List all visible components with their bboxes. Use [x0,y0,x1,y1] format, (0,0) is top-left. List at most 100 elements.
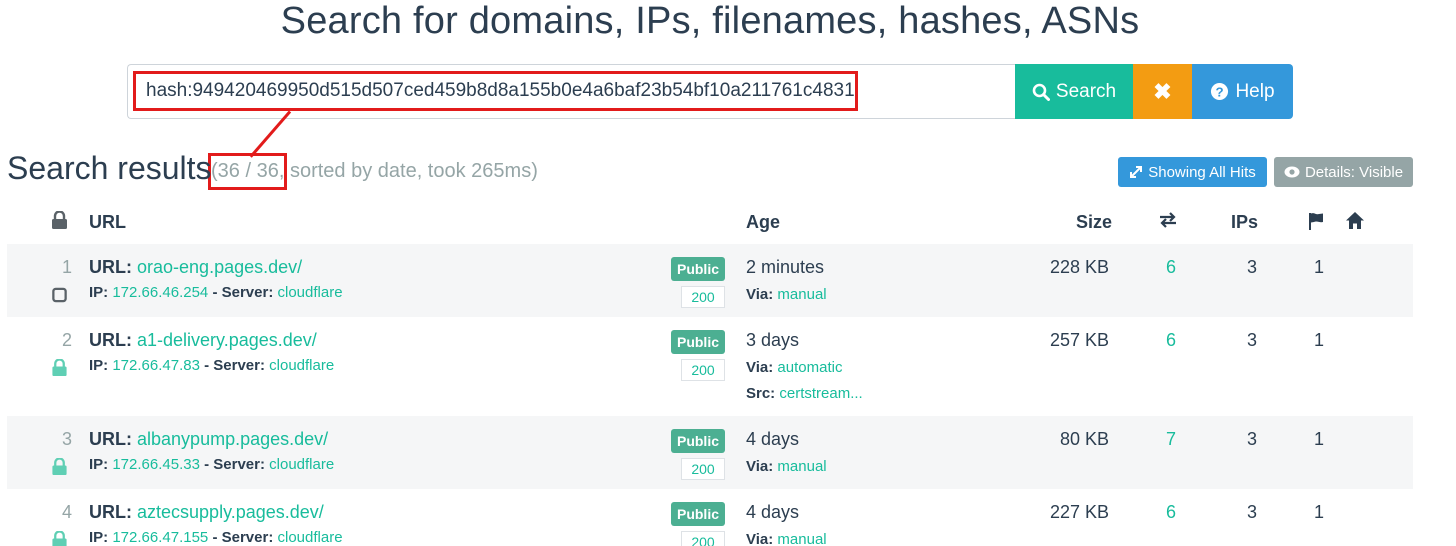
via-prefix: Via: [746,286,774,303]
url-prefix: URL: [89,257,132,277]
requests-count[interactable]: 6 [1161,502,1181,523]
age-value: 4 days [746,429,800,449]
via-prefix: Via: [746,458,774,475]
url-line: URL: albanypump.pages.dev/ [89,429,328,450]
lock-icon [52,359,67,376]
ip-link[interactable]: 172.66.46.254 [112,284,208,301]
visibility-badge: Public [671,429,725,453]
ip-line: IP: 172.66.46.254 - Server: cloudflare [89,284,343,301]
showing-all-hits-toggle[interactable]: Showing All Hits [1118,157,1267,187]
results-summary: (36 / 36, sorted by date, took 265ms) [211,160,538,183]
url-prefix: URL: [89,502,132,522]
url-link[interactable]: aztecsupply.pages.dev/ [137,502,324,522]
server-prefix: - Server: [208,284,274,301]
search-button[interactable]: Search [1015,64,1133,119]
server-prefix: - Server: [199,357,265,374]
ip-prefix: IP: [89,357,109,374]
help-button[interactable]: ? Help [1192,64,1293,119]
ip-link[interactable]: 172.66.45.33 [112,456,200,473]
row-number: 4 [61,502,72,522]
countries-count: 1 [1313,330,1324,350]
server-link[interactable]: cloudflare [278,284,343,301]
age-value: 3 days [746,330,800,350]
status-code-badge: 200 [681,359,725,381]
row-number: 3 [61,429,72,449]
server-link[interactable]: cloudflare [269,456,334,473]
flag-icon [1309,213,1323,230]
svg-text:?: ? [1216,84,1224,99]
countries-count: 1 [1313,502,1324,522]
url-line: URL: orao-eng.pages.dev/ [89,257,302,278]
table-row[interactable]: 4 URL: aztecsupply.pages.dev/IP: 172.66.4… [7,489,1413,546]
showing-all-hits-label: Showing All Hits [1148,163,1256,181]
age-value: 2 minutes [746,257,825,277]
src-link[interactable]: certstream... [779,385,862,402]
url-link[interactable]: a1-delivery.pages.dev/ [137,330,317,350]
visibility-badge: Public [671,330,725,354]
details-visible-toggle[interactable]: Details: Visible [1274,157,1413,187]
via-prefix: Via: [746,531,774,546]
ip-link[interactable]: 172.66.47.83 [112,357,200,374]
size-value: 227 KB [1049,502,1109,522]
url-link[interactable]: albanypump.pages.dev/ [137,429,328,449]
requests-count[interactable]: 7 [1161,429,1181,450]
status-code-badge: 200 [681,531,725,546]
via-line: Via: manual [746,286,827,303]
ip-line: IP: 172.66.47.155 - Server: cloudflare [89,529,343,546]
lock-icon [52,458,67,475]
requests-count[interactable]: 6 [1161,257,1181,278]
question-circle-icon: ? [1211,82,1229,101]
column-header-age[interactable]: Age [746,212,780,233]
ip-prefix: IP: [89,456,109,473]
ips-count: 3 [1246,429,1257,449]
results-count: (36 / 36 [211,160,279,182]
server-link[interactable]: cloudflare [269,357,334,374]
server-prefix: - Server: [208,529,274,546]
clear-button[interactable]: ✖ [1133,64,1192,119]
row-number: 2 [61,330,72,350]
close-icon: ✖ [1153,78,1172,104]
eye-icon [1284,166,1300,178]
column-header-ips[interactable]: IPs [1231,212,1258,233]
page-headline: Search for domains, IPs, filenames, hash… [280,0,1140,42]
help-button-label: Help [1235,80,1275,102]
src-prefix: Src: [746,385,776,402]
column-header-size[interactable]: Size [1076,212,1112,233]
via-link[interactable]: manual [777,531,826,546]
via-link[interactable]: manual [777,458,826,475]
server-prefix: - Server: [199,456,265,473]
via-link[interactable]: automatic [777,359,842,376]
requests-count[interactable]: 6 [1161,330,1181,351]
column-header-url[interactable]: URL [89,212,126,233]
search-icon [1032,83,1050,101]
status-code-badge: 200 [681,458,725,480]
url-prefix: URL: [89,330,132,350]
countries-count: 1 [1313,429,1324,449]
status-code-badge: 200 [681,286,725,308]
expand-icon [1130,166,1143,178]
size-value: 257 KB [1049,330,1109,350]
transfer-arrows-icon [1160,212,1176,228]
lock-icon [52,531,67,546]
table-row[interactable]: 2 URL: a1-delivery.pages.dev/IP: 172.66.4… [7,317,1413,416]
ips-count: 3 [1246,502,1257,522]
size-value: 80 KB [1059,429,1109,449]
via-link[interactable]: manual [777,286,826,303]
ip-link[interactable]: 172.66.47.155 [112,529,208,546]
countries-count: 1 [1313,257,1324,277]
server-link[interactable]: cloudflare [278,529,343,546]
table-row[interactable]: 3 URL: albanypump.pages.dev/IP: 172.66.45… [7,416,1413,489]
age-value: 4 days [746,502,800,522]
via-line: Via: automatic [746,359,842,376]
via-prefix: Via: [746,359,774,376]
table-row[interactable]: 1 URL: orao-eng.pages.dev/IP: 172.66.46.2… [7,244,1413,317]
ips-count: 3 [1246,257,1257,277]
url-line: URL: a1-delivery.pages.dev/ [89,330,317,351]
ips-count: 3 [1246,330,1257,350]
details-visible-label: Details: Visible [1304,163,1404,181]
ip-prefix: IP: [89,529,109,546]
url-line: URL: aztecsupply.pages.dev/ [89,502,324,523]
url-link[interactable]: orao-eng.pages.dev/ [137,257,302,277]
lock-header-icon [52,211,67,229]
visibility-badge: Public [671,257,725,281]
